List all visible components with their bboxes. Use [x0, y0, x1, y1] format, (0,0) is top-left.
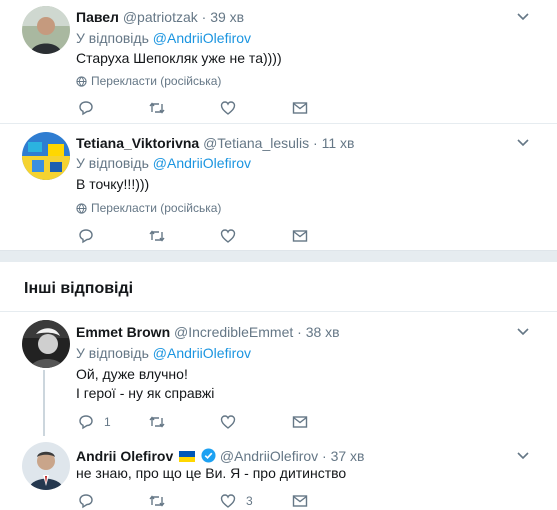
envelope-icon: [292, 102, 308, 114]
mention-link[interactable]: @AndriiOlefirov: [153, 155, 251, 171]
tweet-text: Старуха Шепокляк уже не та)))): [76, 49, 282, 68]
tweet-actions: [76, 226, 336, 246]
tweet-text: Ой, дуже влучно! І герої - ну як справжі: [76, 365, 214, 403]
author-name[interactable]: Tetiana_Viktorivna: [76, 135, 199, 151]
tweet-actions: [76, 98, 336, 118]
like-button[interactable]: [220, 98, 236, 118]
heart-icon: [220, 494, 236, 508]
tweet[interactable]: Tetiana_Viktorivna @Tetiana_lesulis · 11…: [0, 124, 557, 250]
avatar[interactable]: [22, 320, 70, 368]
avatar[interactable]: [22, 132, 70, 180]
reply-button[interactable]: [78, 491, 94, 510]
tweet-actions: 1: [76, 412, 336, 432]
retweet-button[interactable]: [148, 491, 166, 510]
author-name[interactable]: Andrii Olefirov: [76, 448, 173, 464]
message-button[interactable]: [292, 412, 308, 432]
chevron-down-icon[interactable]: [516, 327, 530, 337]
reply-prefix: У відповідь: [76, 345, 149, 361]
tweet-text-line: І герої - ну як справжі: [76, 385, 215, 401]
message-button[interactable]: [292, 491, 308, 510]
timestamp[interactable]: · 11 хв: [313, 135, 354, 151]
message-button[interactable]: [292, 98, 308, 118]
tweet-text-line: Ой, дуже влучно!: [76, 366, 188, 382]
translate-label[interactable]: Перекласти (російська): [91, 73, 221, 89]
like-button[interactable]: 3: [220, 491, 253, 510]
retweet-button[interactable]: [148, 412, 166, 432]
ukraine-flag-icon: [179, 451, 196, 462]
retweet-icon: [149, 416, 165, 428]
heart-icon: [220, 101, 236, 115]
author-handle[interactable]: @patriotzak: [123, 9, 198, 25]
reply-count: 1: [104, 415, 111, 429]
avatar[interactable]: [22, 6, 70, 54]
globe-icon: [76, 75, 87, 87]
tweet-text: не знаю, про що це Ви. Я - про дитинство: [76, 464, 346, 483]
chevron-down-icon[interactable]: [516, 12, 530, 22]
tweet[interactable]: Павел @patriotzak · 39 хв У відповідь @A…: [0, 0, 557, 124]
tweet-text-line: Старуха Шепокляк уже не та)))): [76, 50, 282, 66]
mention-link[interactable]: @AndriiOlefirov: [153, 345, 251, 361]
reply-icon: [79, 494, 93, 509]
tweet-actions: 3: [76, 491, 336, 510]
timestamp[interactable]: · 39 хв: [202, 9, 244, 25]
like-button[interactable]: [220, 226, 236, 246]
globe-icon: [76, 202, 87, 214]
like-button[interactable]: [220, 412, 236, 432]
reply-context: У відповідь @AndriiOlefirov: [76, 29, 251, 47]
reply-context: У відповідь @AndriiOlefirov: [76, 344, 251, 362]
author-name[interactable]: Павел: [76, 9, 119, 25]
heart-icon: [220, 229, 236, 243]
section-divider: [0, 250, 557, 262]
like-count: 3: [246, 494, 253, 508]
chevron-down-icon[interactable]: [516, 138, 530, 148]
reply-context: У відповідь @AndriiOlefirov: [76, 154, 251, 172]
retweet-button[interactable]: [148, 98, 166, 118]
envelope-icon: [292, 230, 308, 242]
reply-prefix: У відповідь: [76, 155, 149, 171]
tweet-text-line: не знаю, про що це Ви. Я - про дитинство: [76, 465, 347, 481]
reply-icon: [79, 229, 93, 244]
verified-badge-icon: [201, 448, 216, 463]
envelope-icon: [292, 416, 308, 428]
tweet-text: В точку!!!))): [76, 175, 149, 194]
tweet-header: Tetiana_Viktorivna @Tetiana_lesulis · 11…: [76, 134, 354, 152]
reply-prefix: У відповідь: [76, 30, 149, 46]
chevron-down-icon[interactable]: [516, 451, 530, 461]
avatar[interactable]: [22, 442, 70, 490]
thread-connector: [43, 370, 45, 436]
timestamp[interactable]: · 38 хв: [297, 324, 339, 340]
translate-link[interactable]: Перекласти (російська): [76, 200, 221, 216]
other-replies-header: Інші відповіді: [0, 262, 557, 312]
author-handle[interactable]: @Tetiana_lesulis: [203, 135, 309, 151]
translate-label[interactable]: Перекласти (російська): [91, 200, 221, 216]
section-title: Інші відповіді: [24, 280, 134, 297]
envelope-icon: [292, 495, 308, 507]
retweet-icon: [149, 230, 165, 242]
reply-button[interactable]: 1: [78, 412, 111, 432]
message-button[interactable]: [292, 226, 308, 246]
retweet-icon: [149, 102, 165, 114]
tweet-header: Andrii Olefirov @AndriiOlefirov · 37 хв: [76, 447, 365, 465]
retweet-button[interactable]: [148, 226, 166, 246]
author-handle[interactable]: @AndriiOlefirov: [220, 448, 318, 464]
tweet[interactable]: Andrii Olefirov @AndriiOlefirov · 37 хв …: [0, 436, 557, 510]
author-handle[interactable]: @IncredibleEmmet: [174, 324, 293, 340]
tweet-header: Emmet Brown @IncredibleEmmet · 38 хв: [76, 323, 340, 341]
retweet-icon: [149, 495, 165, 507]
heart-icon: [220, 415, 236, 429]
tweet-header: Павел @patriotzak · 39 хв: [76, 8, 244, 26]
translate-link[interactable]: Перекласти (російська): [76, 73, 221, 89]
tweet-text-line: В точку!!!))): [76, 176, 150, 192]
author-name[interactable]: Emmet Brown: [76, 324, 170, 340]
reply-button[interactable]: [78, 98, 94, 118]
reply-button[interactable]: [78, 226, 94, 246]
tweet[interactable]: Emmet Brown @IncredibleEmmet · 38 хв У в…: [0, 312, 557, 436]
reply-icon: [79, 415, 93, 430]
timestamp[interactable]: · 37 хв: [322, 448, 364, 464]
mention-link[interactable]: @AndriiOlefirov: [153, 30, 251, 46]
reply-icon: [79, 101, 93, 116]
